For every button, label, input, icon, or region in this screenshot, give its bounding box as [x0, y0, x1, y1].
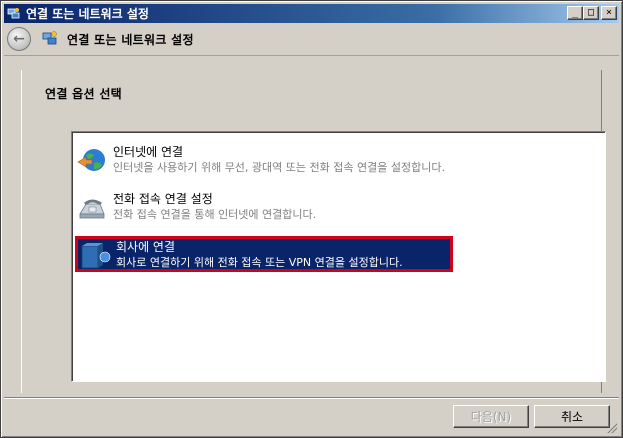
option-description: 인터넷을 사용하기 위해 무선, 광대역 또는 전화 접속 연결을 설정합니다. — [113, 161, 445, 174]
network-setup-icon — [6, 6, 22, 22]
network-setup-icon — [41, 30, 59, 48]
minimize-button[interactable]: _ — [567, 6, 583, 20]
title-bar[interactable]: 연결 또는 네트워크 설정 _ □ × — [4, 4, 619, 23]
navigation-bar: ← 연결 또는 네트워크 설정 — [4, 23, 619, 55]
resize-grip[interactable] — [605, 421, 617, 433]
connection-options-list: 인터넷에 연결 인터넷을 사용하기 위해 무선, 광대역 또는 전화 접속 연결… — [71, 131, 606, 382]
content-panel: 연결 옵션 선택 인터넷에 연결 인터넷을 사용하기 위해 무선, 광대역 또는… — [21, 70, 606, 393]
dialog-window: 연결 또는 네트워크 설정 _ □ × ← 연결 또는 네트워크 설정 연결 옵… — [0, 0, 623, 438]
button-bar: 다음(N) 취소 — [4, 397, 619, 435]
option-connect-internet[interactable]: 인터넷에 연결 인터넷을 사용하기 위해 무선, 광대역 또는 전화 접속 연결… — [75, 144, 453, 180]
section-heading: 연결 옵션 선택 — [45, 87, 122, 101]
option-name: 회사에 연결 — [116, 240, 176, 254]
option-description: 회사로 연결하기 위해 전화 접속 또는 VPN 연결을 설정합니다. — [116, 256, 403, 269]
content-area: 연결 옵션 선택 인터넷에 연결 인터넷을 사용하기 위해 무선, 광대역 또는… — [4, 55, 619, 397]
globe-icon — [75, 144, 109, 178]
modem-phone-icon — [75, 191, 109, 225]
option-name: 전화 접속 연결 설정 — [113, 192, 213, 206]
window-controls: _ □ × — [567, 6, 617, 20]
page-title: 연결 또는 네트워크 설정 — [67, 32, 194, 47]
close-button[interactable]: × — [601, 6, 617, 20]
maximize-button[interactable]: □ — [583, 6, 599, 20]
next-button[interactable]: 다음(N) — [453, 405, 529, 428]
option-description: 전화 접속 연결을 통해 인터넷에 연결합니다. — [113, 208, 317, 221]
back-button[interactable]: ← — [7, 27, 31, 51]
option-dialup-setup[interactable]: 전화 접속 연결 설정 전화 접속 연결을 통해 인터넷에 연결합니다. — [75, 191, 453, 227]
cancel-button[interactable]: 취소 — [534, 405, 610, 428]
option-name: 인터넷에 연결 — [113, 145, 184, 159]
option-connect-workplace[interactable]: 회사에 연결 회사로 연결하기 위해 전화 접속 또는 VPN 연결을 설정합니… — [75, 236, 453, 272]
window-title: 연결 또는 네트워크 설정 — [26, 7, 149, 21]
workplace-icon — [78, 239, 112, 273]
